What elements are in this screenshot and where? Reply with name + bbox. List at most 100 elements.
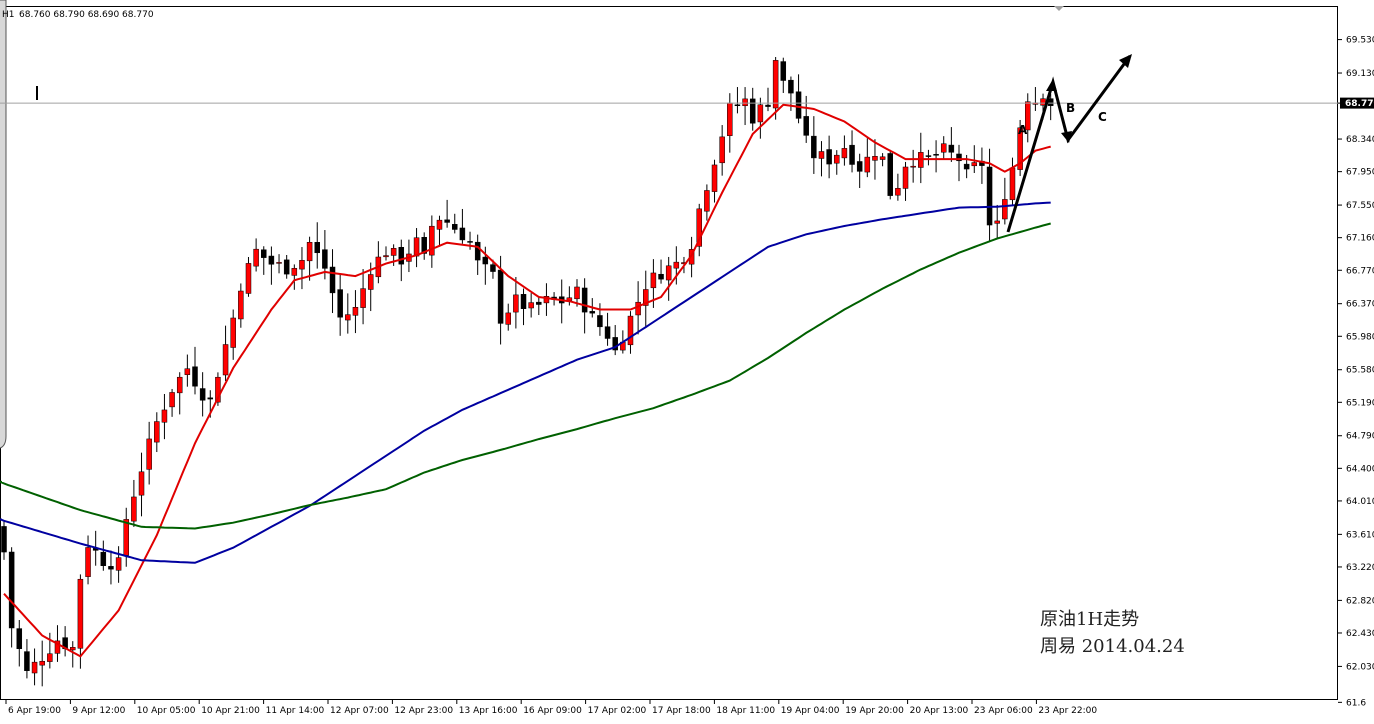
candle-body (467, 241, 473, 243)
candle-body (337, 289, 343, 318)
candle-body (253, 248, 259, 267)
y-tick-label: 62.030 (1346, 662, 1374, 672)
candle-body (154, 421, 160, 443)
candle-body (429, 225, 435, 256)
left-panel-edge (0, 0, 7, 449)
candle-body (497, 269, 504, 324)
x-tick-label: 6 Apr 19:00 (8, 706, 61, 716)
candle-body (123, 519, 129, 556)
candle-body (826, 149, 832, 165)
candle-body (283, 259, 290, 275)
candle-body (138, 471, 145, 496)
candle-body (849, 144, 855, 165)
y-tick-label: 68.340 (1346, 135, 1374, 145)
candle-body (971, 162, 978, 167)
candle-body (940, 143, 947, 153)
candle-body (948, 144, 955, 153)
candle-body (635, 301, 641, 316)
candle-body (85, 547, 91, 577)
candle-body (207, 397, 214, 400)
y-tick-label: 64.400 (1346, 464, 1374, 474)
candle-body (834, 154, 840, 164)
x-tick-label: 16 Apr 09:00 (523, 706, 582, 716)
candle-body (459, 227, 466, 241)
candle-body (329, 266, 336, 294)
candle-body (711, 164, 718, 192)
ohlc-readout: 68.760 68.790 68.690 68.770 (19, 10, 154, 20)
wave-label-a: A (1018, 123, 1028, 137)
y-tick-label: 67.950 (1346, 168, 1374, 178)
x-tick-label: 9 Apr 12:00 (72, 706, 125, 716)
y-tick-label: 69.530 (1346, 36, 1374, 46)
x-tick-label: 20 Apr 13:00 (910, 706, 969, 716)
candle-body (650, 272, 657, 289)
candle-body (192, 366, 198, 387)
candle-body (864, 156, 871, 173)
candle-body (994, 220, 1000, 224)
y-tick-label: 67.550 (1346, 201, 1374, 211)
x-tick-label: 10 Apr 21:00 (201, 706, 260, 716)
candle-body (169, 392, 175, 408)
candle-body (306, 242, 313, 262)
candle-body (268, 255, 275, 265)
candle-body (176, 376, 183, 394)
annotation-author-date: 周易 2014.04.24 (1040, 636, 1185, 657)
candle-body (184, 368, 191, 375)
candle-body (536, 301, 542, 305)
candle-body (115, 557, 122, 571)
candle-body (520, 294, 527, 309)
y-tick-label: 64.010 (1346, 497, 1374, 507)
candle-body (963, 163, 970, 170)
annotation-title: 原油1H走势 (1040, 609, 1139, 630)
y-tick-label: 67.160 (1346, 234, 1374, 244)
candle-body (887, 153, 893, 196)
candle-body (291, 268, 298, 276)
candle-body (474, 241, 481, 261)
candle-body (734, 104, 741, 106)
candle-body (39, 660, 45, 666)
chart-background (0, 0, 1374, 724)
x-tick-label: 17 Apr 18:00 (652, 706, 711, 716)
x-tick-label: 23 Apr 06:00 (974, 706, 1033, 716)
y-tick-label: 63.610 (1346, 530, 1374, 540)
candle-body (1, 526, 7, 553)
candle-body (505, 312, 511, 325)
cursor-marker (36, 86, 38, 100)
candle-body (482, 256, 489, 265)
candle-body (345, 314, 351, 321)
candle-body (199, 388, 206, 401)
price-chart[interactable]: A B C 69.530 69.130 68.340 67.950 67.550 67.1… (0, 0, 1374, 724)
candle-body (322, 249, 328, 269)
candle-body (673, 261, 680, 269)
candle-body (757, 104, 764, 123)
candle-body (161, 409, 168, 423)
candle-body (398, 247, 405, 265)
candle-body (665, 265, 672, 281)
candle-body (581, 287, 588, 313)
candle-body (986, 166, 993, 226)
candle-body (390, 248, 397, 256)
y-tick-label: 65.580 (1346, 366, 1374, 376)
x-tick-label: 11 Apr 14:00 (266, 706, 325, 716)
candle-body (299, 260, 305, 270)
candle-body (574, 286, 580, 300)
candle-body (31, 661, 38, 674)
candle-body (16, 628, 23, 650)
candle-body (604, 326, 611, 339)
candle-body (772, 60, 779, 109)
candle-body (367, 274, 374, 290)
candle-body (276, 262, 282, 264)
candle-body (589, 311, 596, 314)
y-tick-label: 62.820 (1346, 596, 1374, 606)
candle-body (8, 551, 15, 629)
x-tick-label: 12 Apr 23:00 (394, 706, 453, 716)
candle-body (528, 302, 534, 309)
x-tick-label: 17 Apr 02:00 (588, 706, 647, 716)
candle-body (749, 98, 756, 124)
y-tick-label: 65.190 (1346, 398, 1374, 408)
candle-body (895, 188, 901, 196)
candle-body (70, 647, 76, 651)
candle-body (902, 166, 909, 189)
candle-body (818, 151, 825, 159)
candle-body (841, 148, 848, 159)
